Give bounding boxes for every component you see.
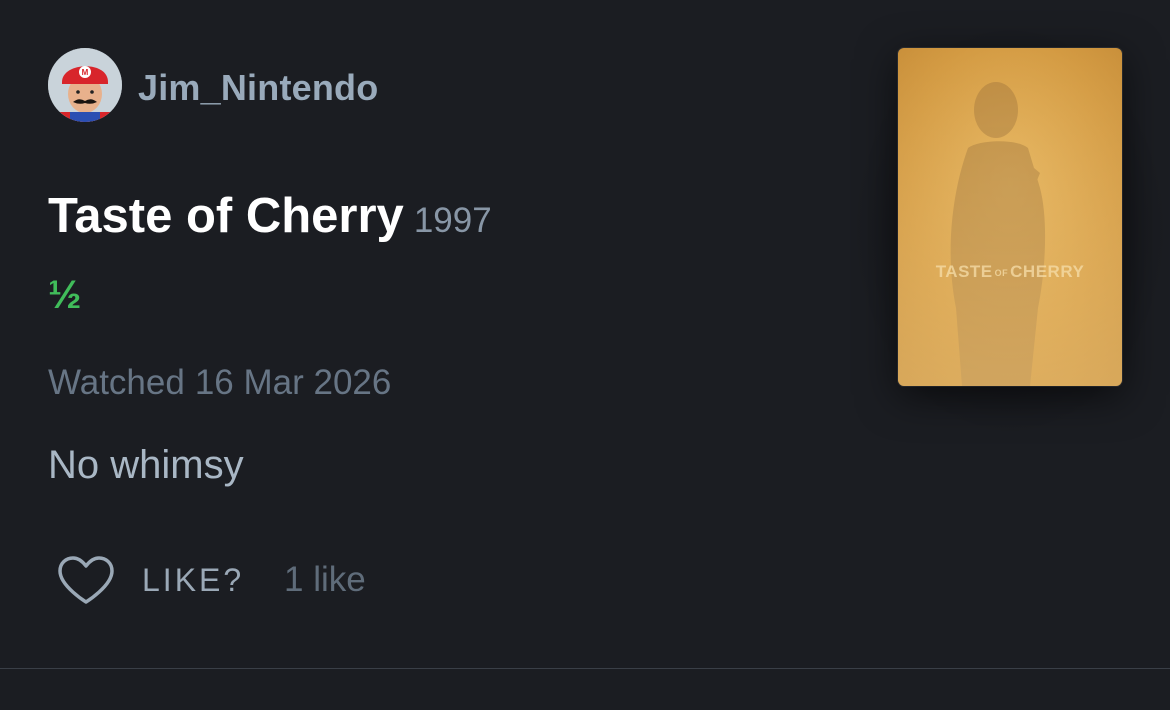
like-button[interactable]: LIKE? [56, 552, 244, 608]
poster-title: TASTE OF CHERRY [935, 262, 1085, 281]
film-poster[interactable]: TASTE OF CHERRY [898, 48, 1122, 386]
svg-text:M: M [82, 68, 89, 77]
author-username[interactable]: Jim_Nintendo [138, 66, 378, 110]
poster-artwork [898, 48, 1122, 386]
film-heading: Taste of Cherry 1997 [48, 184, 492, 260]
heart-icon[interactable] [56, 554, 116, 606]
like-label[interactable]: LIKE? [142, 562, 244, 599]
next-item-area [0, 669, 1170, 710]
watched-date: Watched 16 Mar 2026 [48, 360, 391, 406]
author-avatar[interactable]: M [48, 48, 122, 122]
review-text: No whimsy [48, 443, 244, 487]
watched-label: Watched [48, 363, 185, 402]
watched-date-value[interactable]: 16 Mar 2026 [195, 363, 392, 402]
film-title[interactable]: Taste of Cherry [48, 189, 404, 243]
film-year[interactable]: 1997 [414, 201, 492, 240]
review-card: M Jim_Nintendo Taste of Cherry 1997 ½ Wat… [0, 0, 1170, 668]
rating-stars: ½ [48, 273, 82, 317]
mario-cap-avatar-icon: M [48, 48, 122, 122]
like-count[interactable]: 1 like [284, 556, 366, 604]
